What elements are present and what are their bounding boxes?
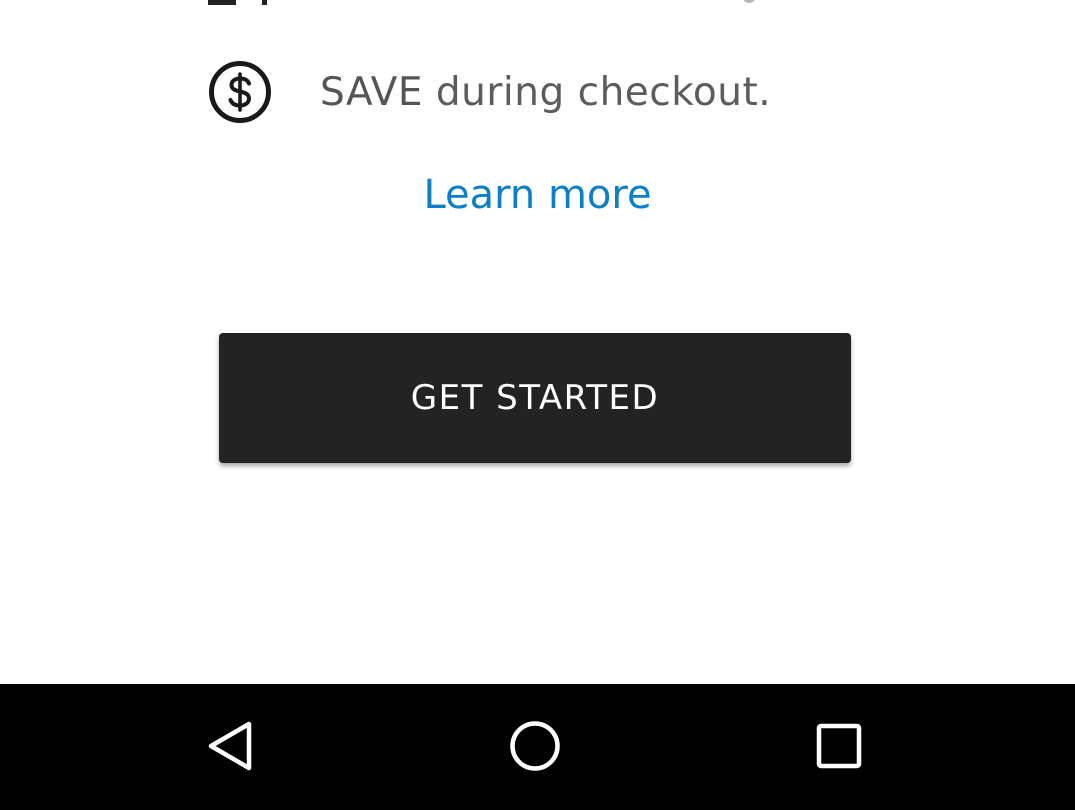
learn-more-link[interactable]: Learn more [0,172,1075,218]
dollar-circle-icon [209,61,271,123]
home-button[interactable] [503,714,567,778]
clipped-feature-icon-part [262,0,267,5]
feature-text: SAVE during checkout. [320,70,771,115]
clipped-feature-icon [208,0,236,5]
feature-emphasis: SAVE [320,69,423,115]
back-triangle-icon [208,721,252,771]
onboarding-screen: SAVE during checkout. Learn more GET STA… [0,0,1075,810]
system-navigation-bar [0,684,1075,810]
recents-button[interactable] [807,714,871,778]
back-button[interactable] [200,714,264,778]
get-started-label: GET STARTED [410,378,660,418]
feature-description: during checkout. [435,69,772,115]
feature-row-save: SAVE during checkout. [208,60,771,124]
clipped-feature-text [742,0,756,3]
recents-square-icon [816,723,862,769]
home-circle-icon [510,721,560,771]
get-started-button[interactable]: GET STARTED [219,333,851,463]
clipped-feature-row [0,0,1075,6]
